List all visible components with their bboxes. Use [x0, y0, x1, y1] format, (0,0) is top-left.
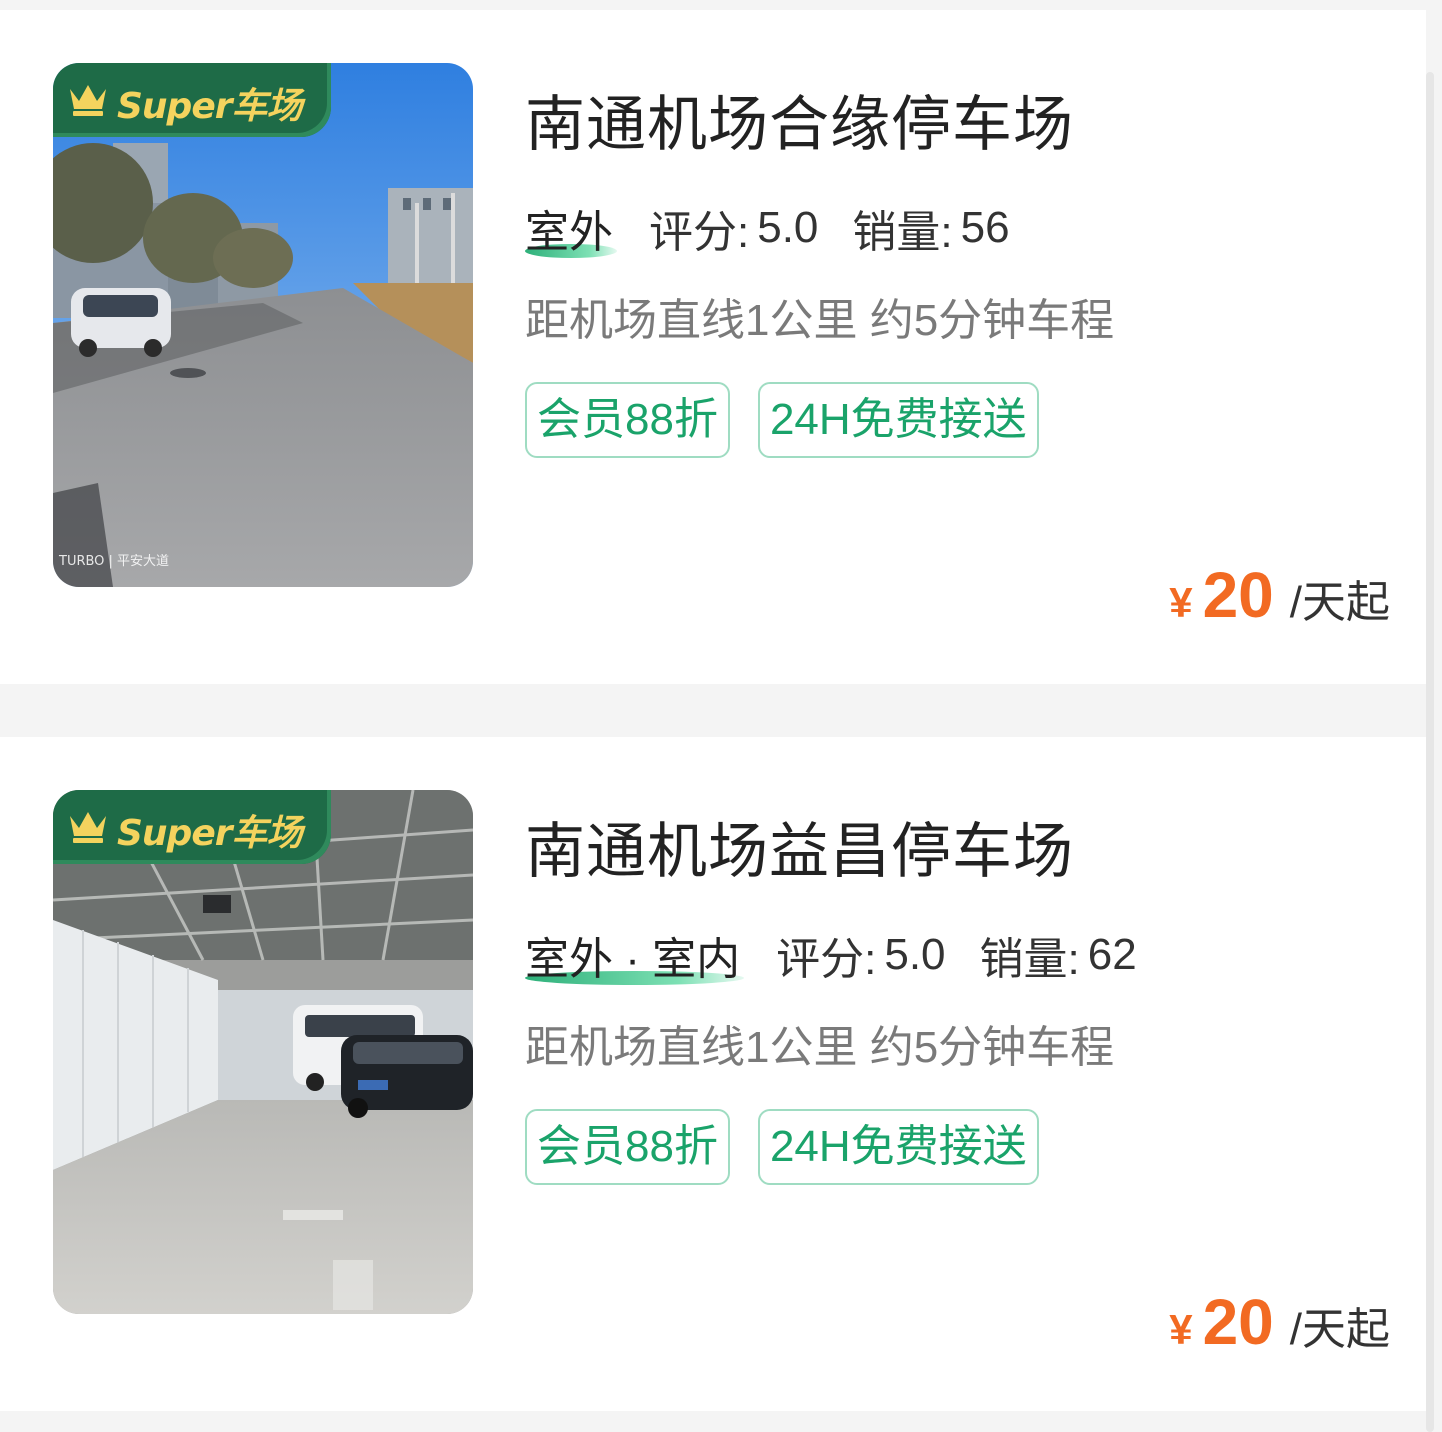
rating-value: 5.0	[884, 930, 946, 979]
parking-lot-card[interactable]: TURBO | 平安大道 Super车场 南通机场合缘停车场 室外 评分: 5.…	[0, 10, 1426, 684]
parking-lot-meta: 室外 评分: 5.0 销量: 56	[525, 198, 1010, 258]
price-unit: /天起	[1289, 1305, 1390, 1354]
currency-symbol: ¥	[1169, 1306, 1193, 1353]
shuttle-service-tag: 24H免费接送	[757, 382, 1039, 458]
parking-lot-photo: TURBO | 平安大道 Super车场	[53, 63, 473, 587]
scrollbar[interactable]	[1426, 72, 1434, 1432]
feature-tags: 会员88折 24H免费接送	[525, 1109, 1067, 1185]
distance-text: 距机场直线1公里 约5分钟车程	[525, 1023, 1115, 1072]
price: ¥ 20 /天起	[1169, 558, 1390, 632]
sales-label: 销量:	[852, 208, 953, 257]
distance-text: 距机场直线1公里 约5分钟车程	[525, 296, 1115, 345]
covered-lot-photo-icon	[53, 790, 473, 1314]
parking-lot-name: 南通机场合缘停车场	[525, 91, 1074, 158]
price-unit: /天起	[1289, 578, 1390, 627]
rating-label: 评分:	[649, 208, 750, 257]
parking-lot-card[interactable]: Super车场 南通机场益昌停车场 室外 · 室内 评分: 5.0 销量: 62…	[0, 737, 1426, 1411]
super-lot-badge: Super车场	[53, 63, 331, 137]
crown-icon	[70, 812, 106, 843]
super-lot-badge: Super车场	[53, 790, 331, 864]
environment-tag: 室外	[525, 196, 617, 260]
crown-icon	[70, 85, 106, 116]
photo-watermark: TURBO | 平安大道	[58, 554, 169, 569]
super-lot-label: Super车场	[117, 86, 302, 127]
parking-lot-name: 南通机场益昌停车场	[525, 818, 1074, 885]
super-lot-label: Super车场	[117, 813, 302, 854]
shuttle-service-tag: 24H免费接送	[757, 1109, 1039, 1185]
environment-tag: 室外 · 室内	[525, 923, 745, 987]
environment-label: 室外 · 室内	[525, 935, 741, 984]
price-amount: 20	[1202, 1286, 1274, 1358]
outdoor-lot-photo-icon: TURBO | 平安大道	[53, 63, 473, 587]
price: ¥ 20 /天起	[1169, 1285, 1390, 1359]
member-discount-tag: 会员88折	[525, 1109, 730, 1185]
sales-value: 56	[960, 203, 1010, 252]
member-discount-tag: 会员88折	[525, 382, 730, 458]
price-amount: 20	[1202, 559, 1274, 631]
rating-label: 评分:	[776, 935, 877, 984]
sales-label: 销量:	[979, 935, 1080, 984]
sales-value: 62	[1087, 930, 1137, 979]
parking-lot-photo: Super车场	[53, 790, 473, 1314]
currency-symbol: ¥	[1169, 579, 1193, 626]
parking-lot-meta: 室外 · 室内 评分: 5.0 销量: 62	[525, 925, 1137, 985]
rating-value: 5.0	[757, 203, 819, 252]
environment-label: 室外	[525, 208, 613, 257]
feature-tags: 会员88折 24H免费接送	[525, 382, 1067, 458]
